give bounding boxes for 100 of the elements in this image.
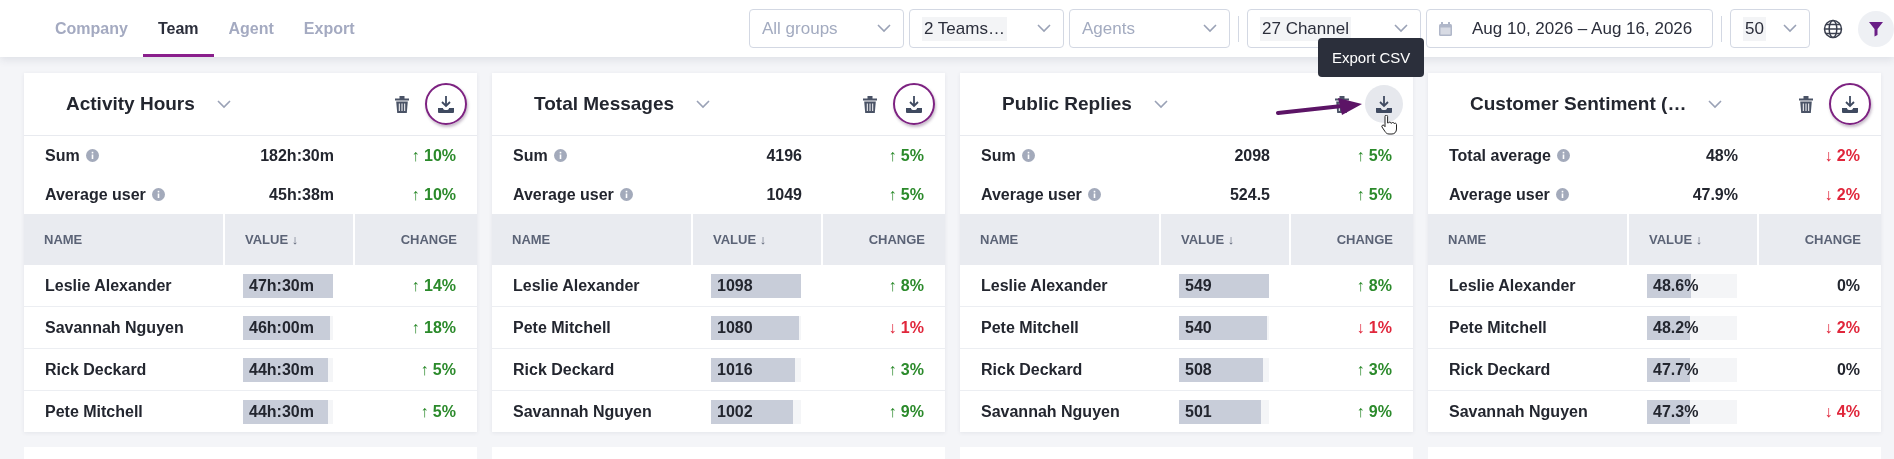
table-cell-text: 1002 [716, 402, 753, 420]
metric-value: 182h:30m [259, 146, 334, 165]
table-cell-text: 47h:30m [248, 276, 314, 294]
column-header[interactable]: VALUE ↓ [691, 214, 821, 265]
export-button[interactable] [893, 83, 935, 125]
chevron-down-icon[interactable] [696, 99, 711, 109]
table-cell-text: ↓ 1% [887, 318, 925, 337]
info-icon[interactable] [1087, 188, 1101, 201]
table-cell-text: 540 [1184, 318, 1212, 336]
metric-label: Average user [1449, 185, 1550, 204]
table-cell-text: ↓ 2% [1823, 318, 1861, 337]
metric-change: ↓ 2% [1823, 185, 1860, 204]
info-icon[interactable] [1556, 149, 1570, 162]
info-icon[interactable] [1555, 188, 1569, 201]
column-header[interactable]: NAME [960, 214, 1159, 265]
table-cell-text: 1016 [716, 360, 753, 378]
column-header[interactable]: CHANGE [1289, 214, 1413, 265]
trash-icon [863, 95, 877, 113]
trash-icon [395, 95, 409, 113]
column-header[interactable]: CHANGE [1757, 214, 1881, 265]
metric-value: 2098 [1233, 146, 1270, 165]
download-icon [437, 95, 455, 113]
column-header[interactable]: NAME [492, 214, 691, 265]
chevron-down-icon[interactable] [1708, 99, 1723, 109]
hand-cursor-icon [1381, 115, 1397, 135]
column-header[interactable]: NAME [24, 214, 223, 265]
table-cell-text: Pete Mitchell [512, 318, 612, 337]
metric-value: 48% [1704, 146, 1738, 165]
table-cell-text: Pete Mitchell [1448, 318, 1548, 337]
table-cell-text: Rick Deckard [1448, 360, 1552, 379]
info-icon[interactable] [85, 149, 99, 162]
metric-change: ↑ 10% [410, 146, 456, 165]
chevron-down-icon [1203, 24, 1217, 33]
trash-icon [1799, 95, 1813, 113]
filter-button[interactable] [1858, 10, 1894, 47]
download-icon [1375, 95, 1393, 113]
metric-label: Average user [513, 185, 614, 204]
metric-label: Average user [981, 185, 1082, 204]
export-button[interactable] [425, 83, 467, 125]
column-header[interactable]: VALUE ↓ [223, 214, 353, 265]
date-range-picker[interactable]: Aug 10, 2026 – Aug 16, 2026 [1426, 9, 1713, 48]
table-cell-text: Rick Deckard [44, 360, 148, 379]
metric-change: ↑ 10% [410, 185, 456, 204]
metric-value: 47.9% [1691, 185, 1738, 204]
dropdown[interactable]: 2 Teams… [909, 9, 1064, 48]
table-cell-text: Savannah Nguyen [980, 402, 1121, 421]
chevron-down-icon [1783, 24, 1797, 33]
table-cell-text: ↑ 5% [419, 402, 457, 421]
metric-label: Sum [45, 146, 80, 165]
table-cell-text: 501 [1184, 402, 1212, 420]
card-title: Public Replies [1002, 93, 1132, 115]
export-button[interactable] [1829, 83, 1871, 125]
table-cell-text: 47.3% [1652, 402, 1699, 420]
dropdown[interactable]: 50 [1730, 9, 1810, 48]
column-header[interactable]: VALUE ↓ [1627, 214, 1757, 265]
metric-label: Average user [45, 185, 146, 204]
metric-value: 1049 [765, 185, 802, 204]
table-cell-text: ↑ 18% [410, 318, 457, 337]
table-cell-text: Pete Mitchell [980, 318, 1080, 337]
table-cell-text: Savannah Nguyen [1448, 402, 1589, 421]
info-icon[interactable] [151, 188, 165, 201]
table-cell-text: 46h:00m [248, 318, 314, 336]
info-icon[interactable] [553, 149, 567, 162]
table-cell-text: 1098 [716, 276, 753, 294]
table-cell-text: 0% [1835, 360, 1861, 379]
metric-change: ↑ 5% [887, 146, 924, 165]
card-title: Activity Hours [66, 93, 195, 115]
table-cell-text: Leslie Alexander [512, 276, 641, 295]
table-cell-text: ↑ 3% [1355, 360, 1393, 379]
chevron-down-icon [1394, 24, 1408, 33]
table-cell-text: 508 [1184, 360, 1212, 378]
column-header[interactable]: CHANGE [353, 214, 477, 265]
table-cell-text: ↑ 3% [887, 360, 925, 379]
nav-tab[interactable]: Team [142, 0, 214, 57]
globe-icon[interactable] [1823, 18, 1843, 39]
chevron-down-icon[interactable] [216, 99, 231, 109]
table-cell-text: 1080 [716, 318, 753, 336]
table-cell-text: 48.2% [1652, 318, 1699, 336]
column-header[interactable]: CHANGE [821, 214, 945, 265]
metric-value: 45h:38m [268, 185, 334, 204]
table-cell-text: ↑ 8% [1355, 276, 1393, 295]
table-cell-text: ↑ 5% [419, 360, 457, 379]
column-header[interactable]: VALUE ↓ [1159, 214, 1289, 265]
chevron-down-icon[interactable] [1153, 99, 1168, 109]
metric-label: Sum [513, 146, 548, 165]
export-button[interactable] [1365, 85, 1403, 123]
column-header[interactable]: NAME [1428, 214, 1627, 265]
table-cell-text: 48.6% [1652, 276, 1699, 294]
info-icon[interactable] [619, 188, 633, 201]
table-cell-text: ↓ 4% [1823, 402, 1861, 421]
table-cell-text: 44h:30m [248, 402, 314, 420]
download-icon [905, 95, 923, 113]
table-cell-text: Leslie Alexander [44, 276, 173, 295]
info-icon[interactable] [1021, 149, 1035, 162]
card-title: Customer Sentiment (… [1470, 93, 1687, 115]
table-cell-text: 47.7% [1652, 360, 1699, 378]
table-cell-text: Rick Deckard [512, 360, 616, 379]
chevron-down-icon [1037, 24, 1051, 33]
metric-label: Sum [981, 146, 1016, 165]
metric-change: ↑ 5% [887, 185, 924, 204]
